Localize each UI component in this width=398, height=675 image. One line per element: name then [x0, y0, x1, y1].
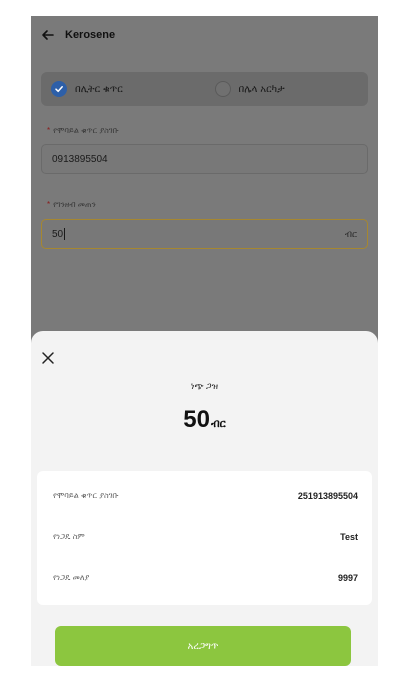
product-label: ነጭ ጋዝ	[190, 381, 219, 391]
amount-unit: ብር	[210, 418, 226, 430]
details-card: የሞባይል ቁጥር ያስገቡ 251913895504 የነጋዴ ስም Test…	[37, 471, 372, 605]
phone-input[interactable]: 0913895504	[41, 144, 368, 174]
radio-checked-icon	[51, 81, 67, 97]
back-arrow-icon[interactable]	[41, 28, 55, 42]
mode-toggle: በሊትር ቁጥር በሌላ አርካታ	[41, 72, 368, 106]
detail-label: የነጋዴ መለያ	[53, 573, 90, 582]
amount-value: 50	[183, 406, 210, 433]
amount-field-label: * የገንዘብ መጠን	[47, 200, 96, 209]
detail-value: Test	[340, 532, 358, 542]
mode-option-2[interactable]: በሌላ አርካታ	[205, 81, 369, 97]
phone-input-value: 0913895504	[52, 153, 108, 165]
amount-input[interactable]: 50 ብር	[41, 219, 368, 249]
mode-option-1-label: በሊትር ቁጥር	[75, 83, 123, 95]
amount-input-value: 50	[52, 228, 64, 240]
radio-unchecked-icon	[214, 81, 231, 97]
amount-unit-suffix: ብር	[344, 228, 357, 239]
close-icon[interactable]	[41, 351, 55, 365]
detail-row-merchant-name: የነጋዴ ስም Test	[37, 532, 372, 542]
text-caret	[64, 228, 66, 240]
phone-field-label: * የሞባይል ቁጥር ያስገቡ	[47, 126, 119, 135]
detail-label: የሞባይል ቁጥር ያስገቡ	[53, 491, 119, 500]
detail-row-phone: የሞባይል ቁጥር ያስገቡ 251913895504	[37, 491, 372, 501]
page-title: Kerosene	[65, 29, 116, 41]
confirm-button[interactable]: አረጋግጥ	[55, 626, 351, 666]
confirmation-sheet: ነጭ ጋዝ 50ብር የሞባይል ቁጥር ያስገቡ 251913895504 የ…	[31, 331, 378, 666]
amount-display: 50ብር	[31, 406, 378, 434]
detail-row-merchant-id: የነጋዴ መለያ 9997	[37, 573, 372, 583]
mode-option-2-label: በሌላ አርካታ	[238, 83, 285, 95]
dimmed-background	[31, 16, 378, 346]
mode-option-1[interactable]: በሊትር ቁጥር	[41, 81, 205, 97]
app-screen: Kerosene በሊትር ቁጥር በሌላ አርካታ * የሞባይል ቁጥር ያስ…	[31, 16, 378, 666]
detail-value: 9997	[337, 573, 358, 583]
detail-value: 251913895504	[297, 491, 358, 501]
detail-label: የነጋዴ ስም	[53, 532, 85, 541]
app-bar: Kerosene	[31, 16, 378, 54]
